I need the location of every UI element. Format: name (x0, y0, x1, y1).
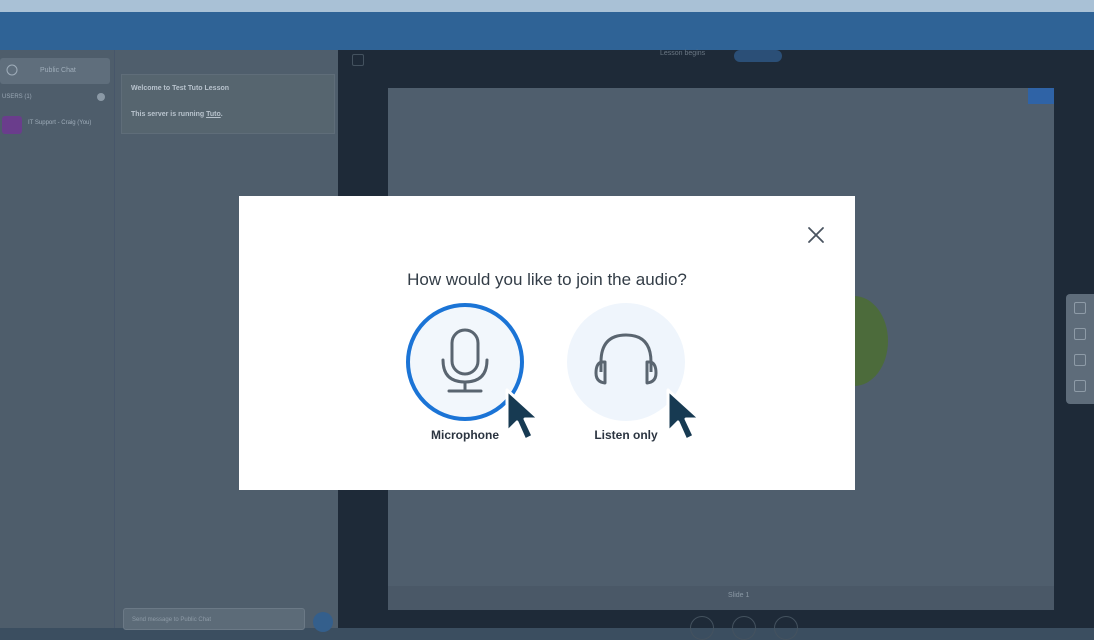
user-name: IT Support - Craig (You) (28, 120, 92, 126)
video-button[interactable] (732, 616, 756, 640)
hand-tool-icon[interactable] (1074, 302, 1086, 314)
public-chat-button[interactable]: Public Chat (0, 58, 110, 84)
undo-icon[interactable] (1074, 328, 1086, 340)
send-button[interactable] (313, 612, 333, 632)
settings-icon[interactable] (352, 54, 364, 66)
welcome-line-1: Welcome to Test Tuto Lesson (131, 85, 230, 92)
join-audio-modal: How would you like to join the audio? Mi… (239, 196, 855, 490)
trash-icon[interactable] (1074, 354, 1086, 366)
microphone-button[interactable]: Microphone (405, 302, 541, 448)
welcome-line-2-suffix: . (220, 111, 223, 118)
welcome-line-2-prefix: This server is running (131, 111, 207, 118)
close-icon (808, 227, 824, 243)
minimize-presentation-button[interactable] (1028, 88, 1054, 104)
slide-selector[interactable]: Slide 1 (728, 592, 749, 599)
header-banner (0, 12, 1094, 50)
screenshare-button[interactable] (774, 616, 798, 640)
public-chat-label: Public Chat (40, 67, 76, 74)
avatar (2, 116, 22, 134)
slide-controls: Slide 1 (388, 586, 1054, 610)
cursor-pointer-icon (505, 388, 541, 442)
top-strip (0, 0, 1094, 12)
cursor-pointer-icon (666, 388, 702, 442)
user-list-item[interactable]: IT Support - Craig (You) (0, 112, 114, 134)
chat-message-input[interactable]: Send message to Public Chat (123, 608, 305, 630)
recording-label: Lesson begins (660, 50, 706, 57)
users-header: USERS (1) (2, 94, 32, 100)
server-link[interactable]: Tuto (206, 111, 221, 118)
close-button[interactable] (805, 224, 827, 246)
gear-icon[interactable] (97, 93, 105, 101)
user-list-panel: Public Chat USERS (1) IT Support - Craig… (0, 50, 114, 628)
whiteboard-icon[interactable] (1074, 380, 1086, 392)
listen-only-button[interactable]: Listen only (566, 302, 702, 448)
audio-button[interactable] (690, 616, 714, 640)
modal-title: How would you like to join the audio? (407, 270, 687, 289)
chat-icon (6, 64, 18, 76)
welcome-message: Welcome to Test Tuto Lesson This server … (121, 74, 335, 134)
annotation-toolbar (1066, 294, 1094, 404)
welcome-line-2: This server is running Tuto. (131, 111, 223, 118)
record-button[interactable] (734, 50, 782, 62)
